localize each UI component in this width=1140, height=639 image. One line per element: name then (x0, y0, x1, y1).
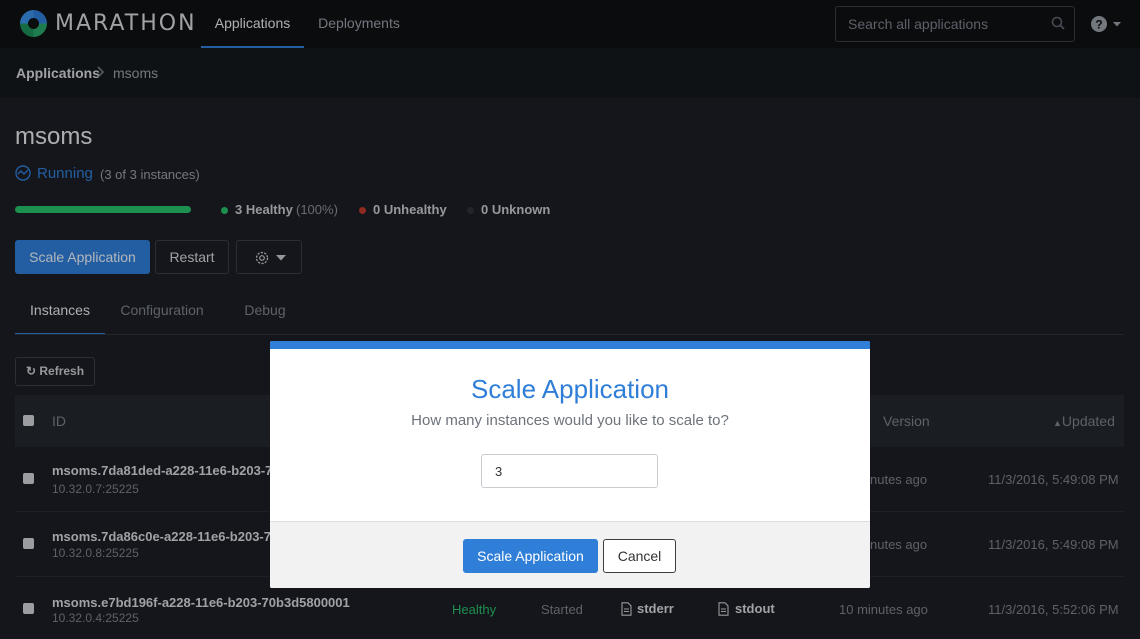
instances-count-input[interactable] (481, 454, 658, 488)
modal-accent-bar (270, 341, 870, 349)
modal-footer: Scale Application Cancel (270, 521, 870, 588)
modal-title: Scale Application (470, 374, 670, 404)
modal-question: How many instances would you like to sca… (411, 412, 729, 429)
confirm-scale-button[interactable]: Scale Application (463, 539, 598, 573)
scale-application-modal: Scale Application How many instances wou… (270, 341, 870, 588)
cancel-button[interactable]: Cancel (603, 539, 676, 573)
